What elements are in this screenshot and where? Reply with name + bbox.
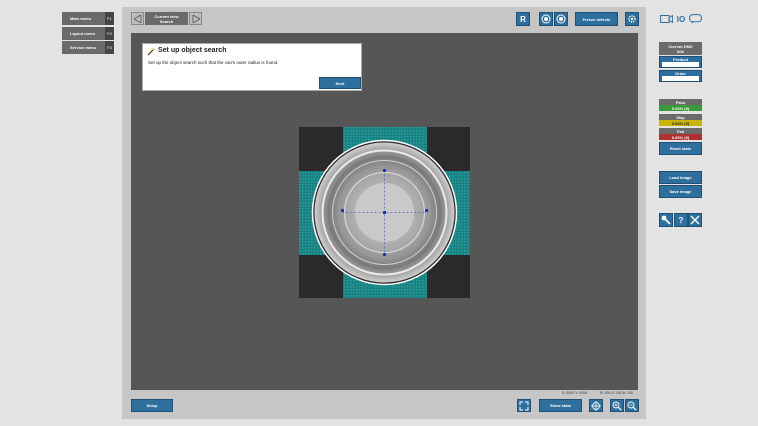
stop-button[interactable] xyxy=(554,12,568,26)
current-dmx-value: Idle xyxy=(677,48,684,54)
service-menu-button[interactable]: Service menu xyxy=(62,41,105,54)
order-box: Order xyxy=(659,70,702,82)
zoom-out-icon xyxy=(627,401,637,411)
pixel-color: R: 100 G: 100 B: 100 xyxy=(600,391,633,395)
settings-button[interactable] xyxy=(625,12,639,26)
main-menu-button[interactable]: Main menu xyxy=(62,12,105,25)
record-button[interactable] xyxy=(539,12,553,26)
wand-icon xyxy=(147,47,156,56)
tools-button[interactable] xyxy=(659,213,673,227)
current-dmx-box: Current DMX Idle xyxy=(659,42,702,55)
wrench-icon xyxy=(661,215,671,225)
load-image-button[interactable]: Load image xyxy=(659,171,702,184)
freeze-defects-button[interactable]: Freeze defects xyxy=(575,12,618,26)
setup-dialog: Set up object search Set up the object s… xyxy=(142,43,362,91)
dialog-title: Set up object search xyxy=(158,47,227,54)
io-button[interactable]: IO xyxy=(674,12,688,26)
order-value xyxy=(662,76,699,81)
prev-view-button[interactable] xyxy=(131,12,144,25)
fit-view-button[interactable] xyxy=(517,399,531,412)
next-view-button[interactable] xyxy=(189,12,202,25)
chat-button[interactable] xyxy=(688,12,702,26)
main-menu-key: F1 xyxy=(105,12,114,25)
fail-value: 0.00% (0) xyxy=(659,134,702,140)
setup-button[interactable]: Setup xyxy=(131,399,173,412)
crosshair-icon xyxy=(591,400,601,411)
skip-value: 0.00% (0) xyxy=(659,120,702,126)
camera-icon xyxy=(659,14,673,24)
next-button[interactable]: Next xyxy=(319,77,361,89)
current-view-value: Search xyxy=(159,18,174,24)
camera-button[interactable] xyxy=(659,12,673,26)
reset-stats-button[interactable]: Reset stats xyxy=(659,142,702,155)
pass-value: 0.00% (0) xyxy=(659,105,702,111)
r-button[interactable]: R xyxy=(516,12,530,26)
zoom-out-button[interactable] xyxy=(625,399,639,412)
crosshair-button[interactable] xyxy=(589,399,603,412)
stop-icon xyxy=(556,14,566,24)
left-triangle-icon xyxy=(133,14,141,23)
expand-icon xyxy=(519,401,529,410)
current-view: Current view Search xyxy=(145,12,188,25)
can-image-svg xyxy=(299,127,470,298)
cursor-coords: X: 0000 Y: 0000 xyxy=(562,391,587,395)
close-button[interactable] xyxy=(688,213,702,227)
save-image-button[interactable]: Save image xyxy=(659,185,702,198)
product-value xyxy=(662,62,699,67)
layout-menu-key: F2 xyxy=(105,27,114,40)
dialog-text: Set up the object search such that the c… xyxy=(148,60,279,65)
layout-menu-button[interactable]: Layout menu xyxy=(62,27,105,40)
show-stats-button[interactable]: Show stats xyxy=(539,399,582,412)
right-triangle-icon xyxy=(192,14,200,23)
zoom-in-button[interactable] xyxy=(610,399,624,412)
help-button[interactable]: ? xyxy=(674,213,688,227)
close-icon xyxy=(690,215,700,225)
camera-image[interactable] xyxy=(299,127,470,298)
record-icon xyxy=(541,14,551,24)
service-menu-key: F3 xyxy=(105,41,114,54)
product-box: Product xyxy=(659,56,702,68)
gear-icon xyxy=(628,15,636,23)
chat-bubble-icon xyxy=(688,14,702,24)
zoom-in-icon xyxy=(612,401,622,411)
